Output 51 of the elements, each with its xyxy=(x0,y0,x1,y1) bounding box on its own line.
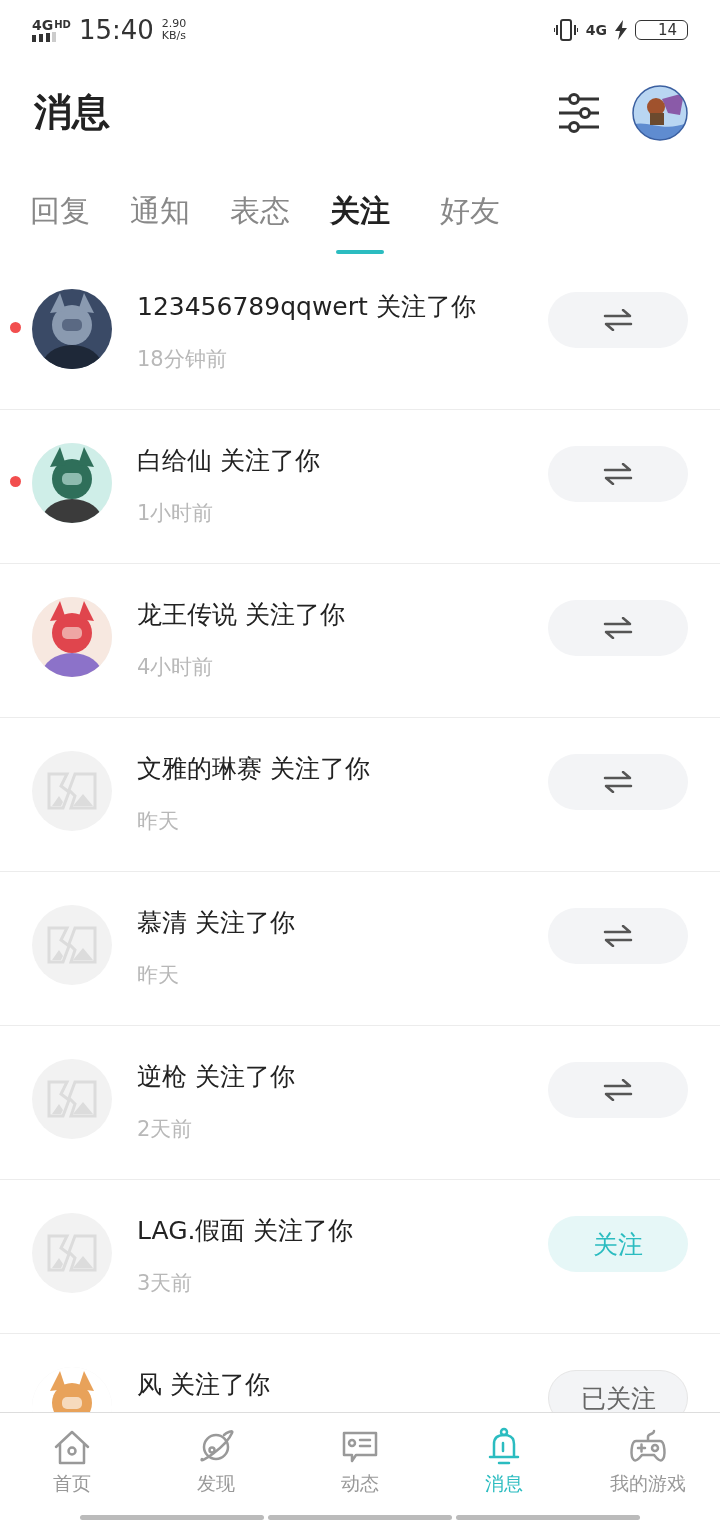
follower-message: 龙王传说 关注了你 xyxy=(137,599,346,631)
mutual-follow-button[interactable] xyxy=(548,292,688,348)
hd-label: HD xyxy=(54,20,71,30)
follower-message: 逆枪 关注了你 xyxy=(137,1061,296,1093)
nav-tab[interactable]: 首页 xyxy=(0,1413,144,1515)
follow-button[interactable]: 关注 xyxy=(548,1216,688,1272)
time-ago: 3天前 xyxy=(137,1270,194,1297)
follower-message: 白给仙 关注了你 xyxy=(137,445,321,477)
nav-tab[interactable]: 动态 xyxy=(288,1413,432,1515)
followed-button[interactable]: 已关注 xyxy=(548,1370,688,1412)
battery-level: 14 xyxy=(634,19,688,41)
swap-arrows-icon xyxy=(603,617,633,639)
tab[interactable]: 回复 xyxy=(30,191,90,254)
network-type: 4G xyxy=(32,18,54,32)
nav-tab[interactable]: 我的游戏 xyxy=(576,1413,720,1515)
charging-icon xyxy=(614,20,627,40)
swap-arrows-icon xyxy=(603,771,633,793)
swap-arrows-icon xyxy=(603,463,633,485)
tab[interactable]: 通知 xyxy=(130,191,190,254)
time-ago: 2天前 xyxy=(137,1116,194,1143)
tab[interactable]: 表态 xyxy=(230,191,290,254)
swap-arrows-icon xyxy=(603,1079,633,1101)
time-ago: 18分钟前 xyxy=(137,346,228,373)
mutual-follow-button[interactable] xyxy=(548,446,688,502)
follower-message: 风 关注了你 xyxy=(137,1369,271,1401)
follower-message: 123456789qqwert 关注了你 xyxy=(137,291,477,323)
page-title: 消息 xyxy=(34,89,110,136)
nav-tab[interactable]: 发现 xyxy=(144,1413,288,1515)
swap-arrows-icon xyxy=(603,925,633,947)
mutual-follow-button[interactable] xyxy=(548,754,688,810)
time-ago: 4小时前 xyxy=(137,654,215,681)
tab[interactable]: 关注 xyxy=(330,191,390,254)
time-ago: 昨天 xyxy=(137,808,180,835)
time-ago: 昨天 xyxy=(137,962,180,989)
signal-icon xyxy=(32,32,56,42)
mutual-follow-button[interactable] xyxy=(548,1062,688,1118)
mutual-follow-button[interactable] xyxy=(548,908,688,964)
vibrate-icon xyxy=(553,19,578,41)
tab[interactable]: 好友 xyxy=(440,191,500,254)
follower-message: 慕清 关注了你 xyxy=(137,907,296,939)
data-network: 4G xyxy=(585,23,607,37)
clock: 15:40 xyxy=(78,17,154,43)
speed-unit: KB/s xyxy=(161,30,187,42)
nav-tab[interactable]: 消息 xyxy=(432,1413,576,1515)
mutual-follow-button[interactable] xyxy=(548,600,688,656)
follower-message: 文雅的琳赛 关注了你 xyxy=(137,753,371,785)
swap-arrows-icon xyxy=(603,309,633,331)
filter-sliders-icon[interactable] xyxy=(558,92,600,133)
follower-message: LAG.假面 关注了你 xyxy=(137,1215,355,1247)
speed-value: 2.90 xyxy=(161,18,187,30)
time-ago: 1小时前 xyxy=(137,500,215,527)
